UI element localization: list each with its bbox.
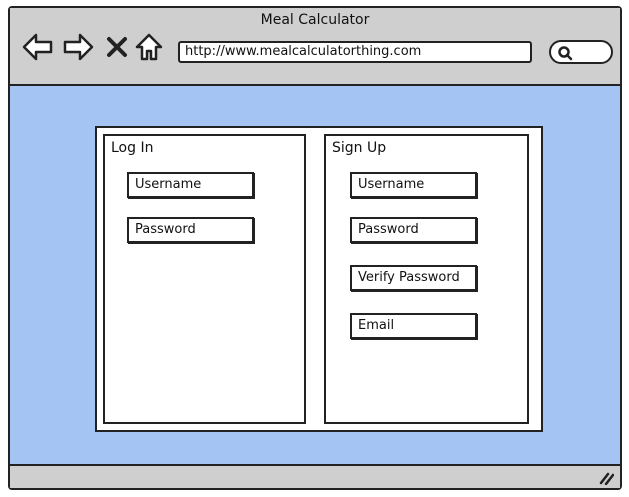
resize-grip-icon[interactable] — [598, 471, 614, 485]
close-icon[interactable] — [106, 32, 128, 62]
window-title: Meal Calculator — [260, 12, 370, 28]
status-bar — [10, 464, 620, 488]
search-icon — [558, 46, 573, 61]
home-icon[interactable] — [134, 32, 164, 62]
browser-toolbar: Meal Calculator http://www.mealcalculato… — [10, 8, 620, 86]
url-bar[interactable]: http://www.mealcalculatorthing.com — [178, 41, 532, 63]
page-content: Log In Username Password Sign Up Usernam… — [10, 86, 620, 466]
search-box[interactable] — [549, 40, 613, 64]
signup-password-field[interactable]: Password — [350, 217, 477, 243]
login-password-field[interactable]: Password — [127, 217, 254, 243]
browser-window: Meal Calculator http://www.mealcalculato… — [8, 6, 622, 490]
signup-email-field[interactable]: Email — [350, 313, 477, 339]
login-panel: Log In Username Password — [103, 134, 306, 424]
signup-verify-password-field[interactable]: Verify Password — [350, 265, 477, 291]
forward-arrow-icon[interactable] — [62, 32, 94, 62]
signup-panel: Sign Up Username Password Verify Passwor… — [324, 134, 529, 424]
login-username-field[interactable]: Username — [127, 172, 254, 198]
auth-container: Log In Username Password Sign Up Usernam… — [95, 126, 543, 432]
login-title: Log In — [111, 140, 154, 156]
back-arrow-icon[interactable] — [22, 32, 54, 62]
signup-title: Sign Up — [332, 140, 387, 156]
signup-username-field[interactable]: Username — [350, 172, 477, 198]
